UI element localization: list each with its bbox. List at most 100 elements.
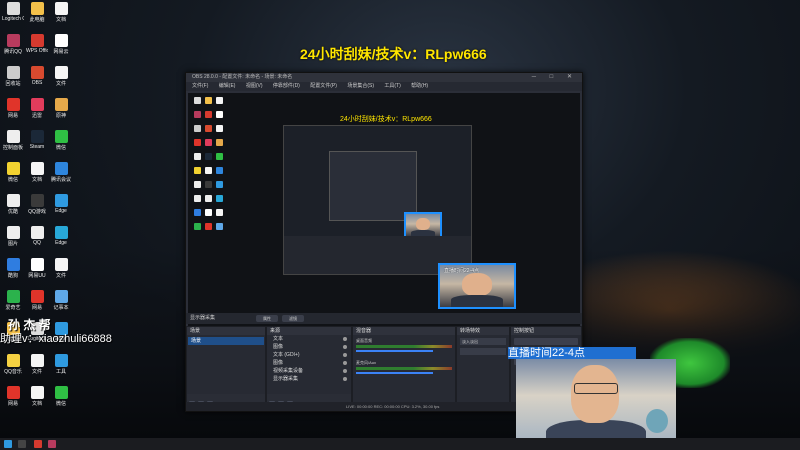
desktop-icon[interactable]: 文件 — [50, 66, 72, 87]
mixer-channel-mic[interactable]: 麦克风/Aux — [356, 360, 452, 374]
transition-select[interactable]: 淡入淡出 — [460, 338, 506, 345]
toy-figure — [646, 409, 668, 433]
nested-preview-inner — [329, 151, 417, 221]
glasses — [574, 383, 618, 394]
mixer-channel-desktop[interactable]: 桌面音频 — [356, 338, 452, 352]
desktop-icon[interactable]: 回收站 — [2, 66, 24, 87]
menu-tools[interactable]: 工具(T) — [384, 83, 400, 89]
desktop-icon[interactable]: 文件 — [26, 354, 48, 375]
duration-field[interactable] — [460, 348, 506, 355]
desktop-icon-label: 网易 — [7, 401, 18, 407]
window-controls[interactable]: ─ □ ✕ — [532, 73, 578, 82]
desktop-icon[interactable]: 网易 — [26, 290, 48, 311]
desktop-icon[interactable]: 文档 — [26, 386, 48, 407]
desktop-icon[interactable]: 网易UU — [26, 258, 48, 279]
desktop-icon[interactable]: 记事本 — [50, 290, 72, 311]
scenes-title: 场景 — [187, 327, 265, 335]
start-icon[interactable] — [4, 440, 12, 448]
app-icon — [6, 2, 20, 15]
source-item[interactable]: 图像 — [267, 359, 351, 367]
obs-titlebar[interactable]: OBS 28.0.0 - 配置文件: 未命名 - 场景: 未命名 ─ □ ✕ — [186, 73, 582, 82]
desktop-icons: Logitech G此电脑文档腾讯QQWPS Office网易云回收站OBS文件… — [0, 0, 72, 430]
desktop-icon[interactable]: 原神 — [50, 98, 72, 119]
menu-scene-collection[interactable]: 场景集合(S) — [347, 83, 374, 89]
desktop-icon[interactable]: Steam — [26, 130, 48, 150]
menu-view[interactable]: 视图(V) — [246, 83, 263, 89]
preview-icon — [216, 111, 223, 118]
desktop-icon[interactable]: 酷狗 — [2, 258, 24, 279]
desktop-icon[interactable]: 文档 — [26, 162, 48, 183]
preview-icon — [205, 111, 212, 118]
obs-menubar[interactable]: 文件(F) 编辑(E) 视图(V) 停靠部件(D) 配置文件(P) 场景集合(S… — [186, 82, 582, 91]
desktop-icon-label: 文件 — [31, 369, 42, 375]
desktop-icon-label: Edge — [55, 208, 67, 214]
desktop-icon[interactable]: 文档 — [50, 2, 72, 23]
preview-icon — [205, 167, 212, 174]
desktop-icon[interactable]: 控制面板 — [2, 130, 24, 151]
app-icon — [6, 34, 20, 47]
app-icon — [30, 98, 44, 111]
desktop-icon[interactable]: 文件 — [50, 258, 72, 279]
preview-icon — [194, 223, 201, 230]
desktop-icon[interactable]: 网易 — [2, 386, 24, 407]
desktop-icon[interactable]: 网易 — [2, 98, 24, 119]
desktop-icon[interactable]: 微信 — [50, 386, 72, 407]
source-item[interactable]: 文本 — [267, 335, 351, 343]
desktop-icon[interactable]: 微信 — [2, 162, 24, 183]
desktop-icon[interactable]: 腾讯会议 — [50, 162, 72, 183]
desktop-icon[interactable]: 微信 — [50, 130, 72, 151]
app-icon — [30, 194, 44, 207]
menu-help[interactable]: 帮助(H) — [411, 83, 428, 89]
desktop-icon[interactable]: Logitech G — [2, 2, 24, 22]
preview-icon — [194, 153, 201, 160]
desktop-icon-label: 文档 — [31, 401, 42, 407]
source-item[interactable]: 图像 — [267, 343, 351, 351]
desktop-icon[interactable]: 图片 — [2, 226, 24, 247]
start-streaming-button[interactable] — [514, 338, 578, 345]
properties-button[interactable]: 属性 — [256, 315, 278, 322]
app-icon — [6, 258, 20, 271]
desktop-icon[interactable]: Edge — [50, 226, 72, 246]
app-icon — [54, 66, 68, 79]
source-item[interactable]: 显示器采集 — [267, 375, 351, 383]
preview-icon — [205, 97, 212, 104]
obs-taskbar-icon[interactable] — [48, 440, 56, 448]
app-icon — [30, 226, 44, 239]
desktop-icon[interactable]: QQ — [26, 226, 48, 246]
app-icon — [6, 162, 20, 175]
menu-docks[interactable]: 停靠部件(D) — [273, 83, 300, 89]
source-item[interactable]: 文本 (GDI+) — [267, 351, 351, 359]
desktop-icon[interactable]: QQ音乐 — [2, 354, 24, 375]
wps-taskbar-icon[interactable] — [34, 440, 42, 448]
desktop-icon-label: 微信 — [55, 145, 66, 151]
desktop-icon[interactable]: 此电脑 — [26, 2, 48, 23]
preview-icon — [216, 125, 223, 132]
desktop-icon[interactable]: 迅雷 — [26, 98, 48, 119]
menu-edit[interactable]: 编辑(E) — [219, 83, 236, 89]
desktop-icon[interactable]: 工具 — [50, 354, 72, 375]
filters-button[interactable]: 滤镜 — [282, 315, 304, 322]
system-tray[interactable] — [789, 438, 790, 444]
desktop-icon[interactable]: 腾讯QQ — [2, 34, 24, 55]
desktop-icon[interactable]: 爱奇艺 — [2, 290, 24, 311]
desktop-icon[interactable]: QQ游戏 — [26, 194, 48, 215]
desktop-icon-label: 此电脑 — [29, 17, 45, 23]
scene-item[interactable]: 场景 — [188, 337, 264, 345]
app-icon — [30, 66, 44, 79]
desktop-icon-label: 图片 — [7, 241, 18, 247]
taskview-icon[interactable] — [18, 440, 26, 448]
app-icon — [54, 290, 68, 303]
app-icon — [54, 34, 68, 47]
desktop-icon[interactable]: Edge — [50, 194, 72, 214]
source-item[interactable]: 视频采集设备 — [267, 367, 351, 375]
desktop-icon[interactable]: OBS — [26, 66, 48, 86]
app-icon — [30, 2, 44, 15]
nested-webcam-small — [404, 212, 442, 238]
desktop-icon[interactable]: WPS Office — [26, 34, 48, 54]
desktop-icon-label: 网易云 — [53, 49, 69, 55]
desktop-icon[interactable]: 网易云 — [50, 34, 72, 55]
menu-profile[interactable]: 配置文件(P) — [310, 83, 337, 89]
mixer-title: 混音器 — [353, 327, 455, 335]
desktop-icon[interactable]: 优酷 — [2, 194, 24, 215]
menu-file[interactable]: 文件(F) — [192, 83, 208, 89]
